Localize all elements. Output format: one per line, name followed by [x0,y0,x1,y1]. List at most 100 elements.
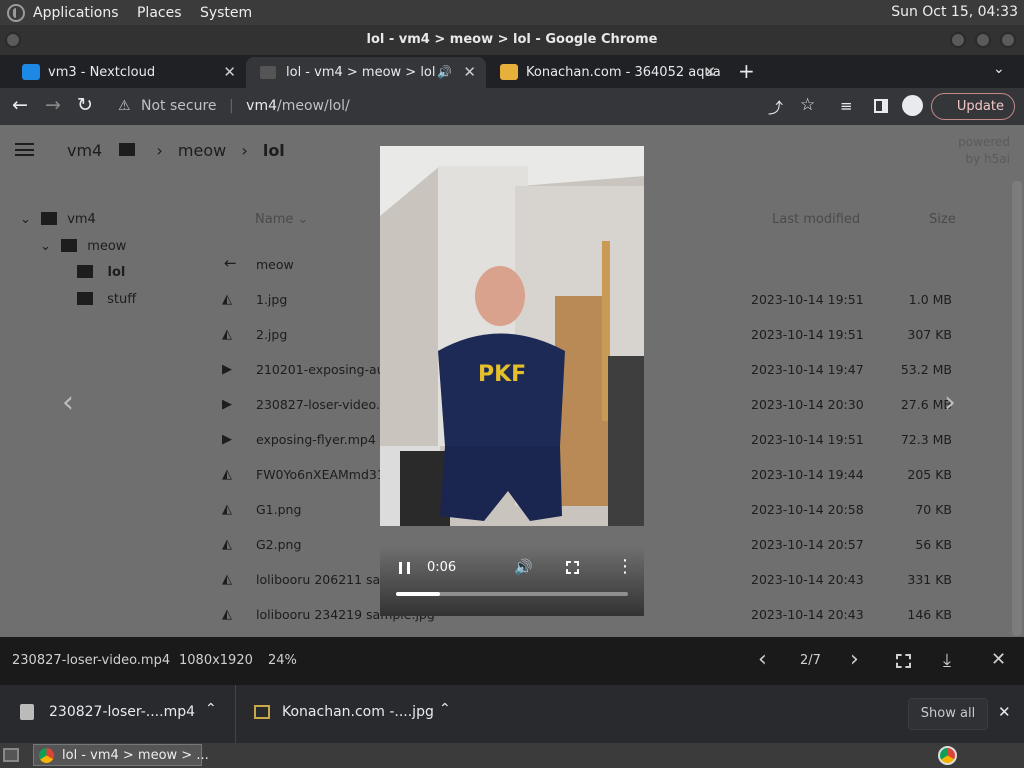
close-tab-icon[interactable]: ✕ [463,57,476,88]
close-window-button[interactable] [1000,32,1016,48]
fullscreen-icon[interactable] [896,654,911,668]
new-tab-plus-icon[interactable]: + [738,59,755,83]
back-arrow-icon: ← [224,254,237,272]
update-button[interactable]: Update [931,93,1015,120]
show-all-button[interactable]: Show all [908,698,988,730]
system-top-panel: Applications Places System Sun Oct 15, 0… [0,0,1024,25]
file-size: 70 KB [915,502,952,517]
window-menu-button[interactable] [5,32,21,48]
chrome-tray-icon[interactable] [938,746,957,765]
video-controls: 0:06 🔊 ⋮ [380,546,644,616]
chevron-up-icon[interactable]: ⌃ [439,701,451,717]
file-date: 2023-10-14 19:51 [751,327,864,342]
close-tab-icon[interactable]: ✕ [703,57,716,88]
tree-meow[interactable]: ⌄ meow [40,239,126,254]
file-date: 2023-10-14 20:43 [751,572,864,587]
folder-icon [61,239,78,252]
crumb-meow[interactable]: meow [178,141,226,160]
image-file-icon: ◭ [222,572,232,587]
crumb-lol[interactable]: lol [263,141,285,160]
konachan-icon [500,64,518,80]
warning-icon[interactable]: ⚠ [118,98,131,114]
maximize-button[interactable] [975,32,991,48]
download-item-video[interactable]: 230827-loser-....mp4 ⌃ [0,685,236,743]
more-options-icon[interactable]: ⋮ [616,556,634,577]
prev-item-chevron-icon[interactable]: ‹ [758,647,767,672]
progress-track[interactable] [396,592,628,596]
menu-places[interactable]: Places [137,5,182,21]
previous-arrow-icon[interactable]: ‹ [62,385,74,420]
media-controls-icon[interactable]: ≡ [840,97,853,115]
image-file-icon [254,705,270,719]
close-downloads-icon[interactable]: ✕ [998,703,1011,721]
chrome-icon [39,748,54,763]
tab-lol[interactable]: lol - vm4 > meow > lol 🔊 ✕ [246,57,486,88]
reload-icon[interactable]: ↻ [77,94,93,116]
file-name: 2.jpg [256,327,288,342]
menu-applications[interactable]: Applications [33,5,119,21]
sort-chevron-icon: ⌄ [297,212,309,227]
image-file-icon: ◭ [222,537,232,552]
viewer-filename: 230827-loser-video.mp4 [12,653,171,668]
lightbox-info-bar: 230827-loser-video.mp4 1080x1920 24% ‹ 2… [0,637,1024,685]
system-clock[interactable]: Sun Oct 15, 04:33 [891,4,1018,20]
powered-by: powered by h5ai [958,135,1010,166]
crumb-vm4[interactable]: vm4 [67,141,102,160]
gnome-foot-icon[interactable] [7,3,25,22]
file-date: 2023-10-14 19:51 [751,292,864,307]
close-tab-icon[interactable]: ✕ [223,57,236,88]
file-size: 53.2 MB [900,362,952,377]
column-modified-header[interactable]: Last modified [772,212,860,227]
tab-konachan[interactable]: Konachan.com - 364052 aqua ✕ [486,57,726,88]
file-name: 230827-loser-video.m [256,397,393,412]
taskbar-window-button[interactable]: lol - vm4 > meow > ... [33,744,209,766]
profile-avatar-icon[interactable] [902,95,923,116]
tree-stuff[interactable]: stuff [77,292,136,307]
next-item-chevron-icon[interactable]: › [850,647,859,672]
show-desktop-icon[interactable] [3,748,19,762]
tab-nextcloud[interactable]: vm3 - Nextcloud ✕ [8,57,246,88]
file-name: FW0Yo6nXEAMmd31 [256,467,385,482]
file-name: 210201-exposing-aub [256,362,393,377]
file-name: G2.png [256,537,302,552]
folder-icon [119,143,136,156]
minimize-button[interactable] [950,32,966,48]
tree-root[interactable]: ⌄ vm4 [20,212,96,227]
tab-search-chevron-icon[interactable]: ⌄ [993,61,1005,77]
file-date: 2023-10-14 19:51 [751,432,864,447]
column-size-header[interactable]: Size [929,212,956,227]
url-host: vm4 [246,98,278,114]
download-item-image[interactable]: Konachan.com -....jpg ⌃ [237,685,473,743]
volume-icon[interactable]: 🔊 [514,558,533,576]
fullscreen-icon[interactable] [566,561,579,574]
download-icon[interactable]: ⤓ [943,650,951,671]
address-bar[interactable]: ⚠ Not secure | vm4/meow/lol/ [108,93,828,119]
chevron-up-icon[interactable]: ⌃ [205,701,217,717]
tab-label: Konachan.com - 364052 aqua [526,65,721,80]
side-panel-icon[interactable] [874,99,888,113]
file-date: 2023-10-14 20:57 [751,537,864,552]
video-player[interactable]: PKF 0:06 🔊 ⋮ [380,146,644,616]
menu-system[interactable]: System [200,5,252,21]
scrollbar[interactable] [1012,181,1022,636]
file-size: 146 KB [907,607,952,622]
back-arrow-icon[interactable]: ← [12,94,28,116]
video-file-icon: ▶ [222,362,232,377]
tree-lol[interactable]: lol [77,265,125,280]
pause-icon[interactable] [399,562,410,574]
folder-icon [260,66,276,79]
hamburger-menu-icon[interactable] [15,143,34,156]
close-lightbox-icon[interactable]: ✕ [991,649,1006,670]
forward-arrow-icon[interactable]: → [45,94,61,116]
image-file-icon: ◭ [222,607,232,622]
share-icon[interactable]: ⤴ [768,97,783,118]
chevron-down-icon[interactable]: ⌄ [40,239,51,254]
column-name-header[interactable]: Name ⌄ [255,212,308,227]
url-path: /meow/lol/ [277,98,350,114]
chevron-down-icon[interactable]: ⌄ [20,212,31,227]
audio-playing-icon[interactable]: 🔊 [437,57,452,88]
chevron-right-icon: › [156,141,163,160]
next-arrow-icon[interactable]: › [944,385,956,420]
bookmark-star-icon[interactable]: ☆ [800,95,815,115]
file-date: 2023-10-14 19:44 [751,467,864,482]
